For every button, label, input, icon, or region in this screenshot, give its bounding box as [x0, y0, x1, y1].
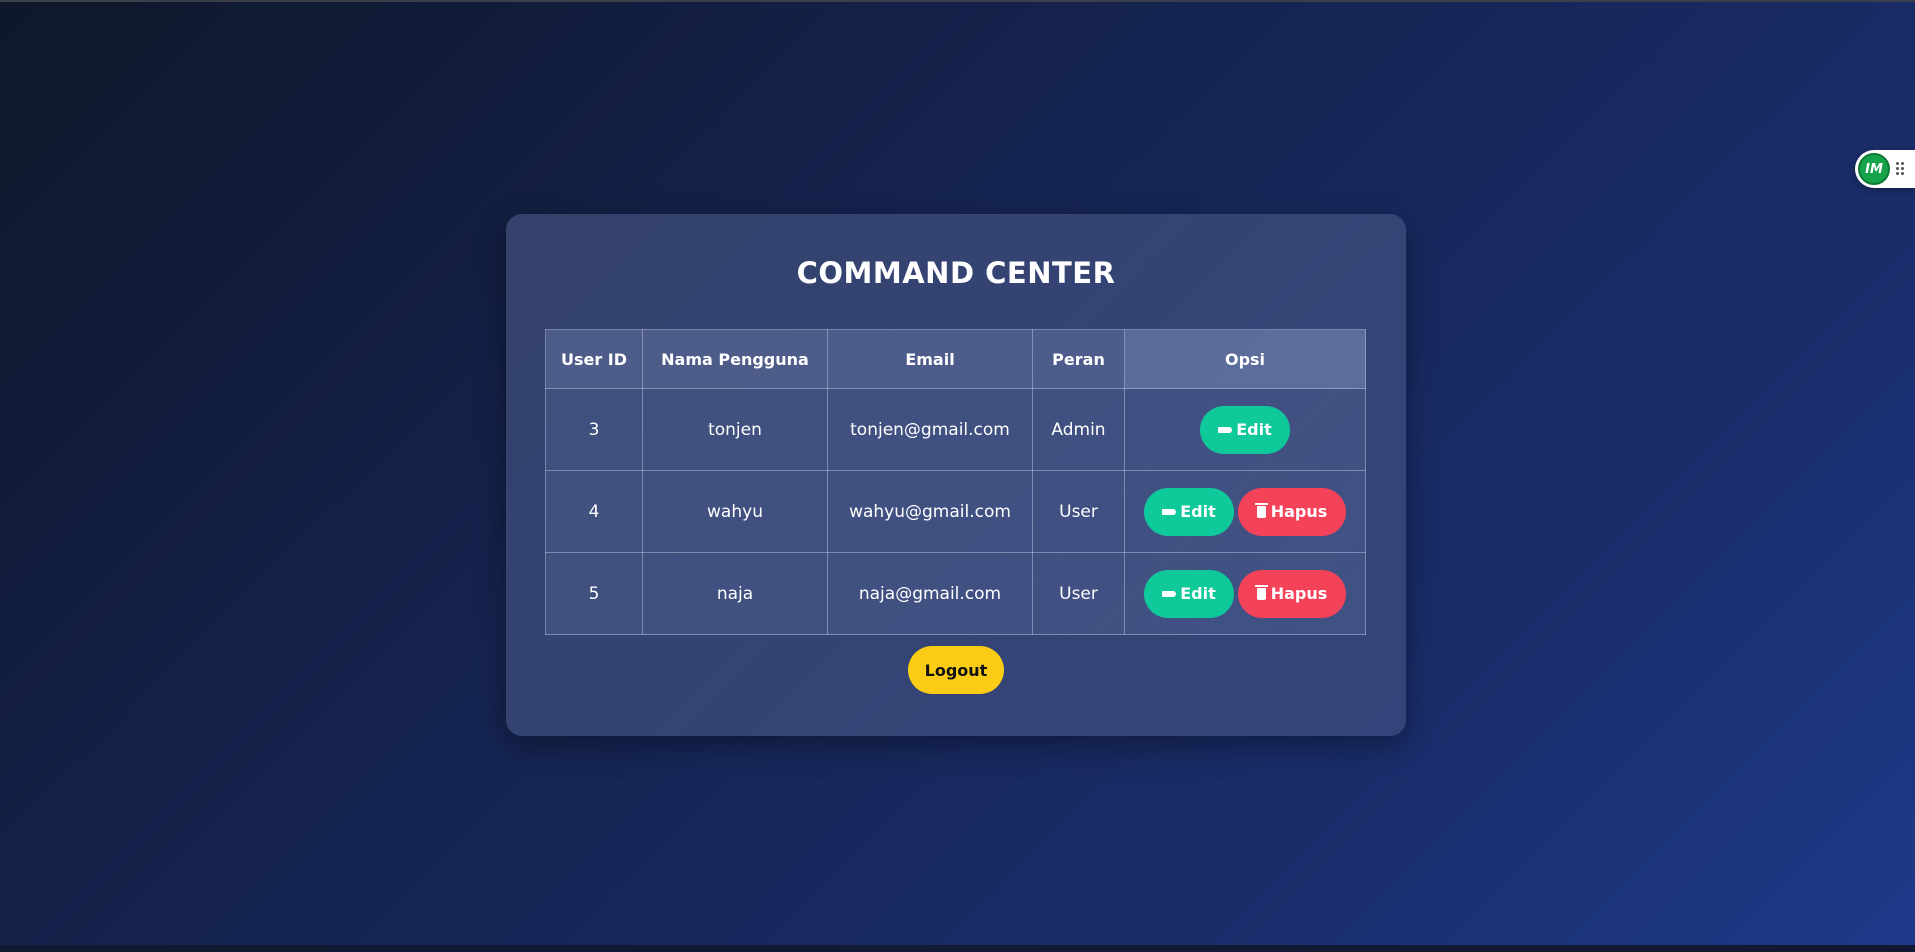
cell-user-id: 4: [545, 470, 643, 553]
cell-email: wahyu@gmail.com: [827, 470, 1033, 553]
floating-extension-widget[interactable]: IM: [1855, 150, 1915, 188]
header-nama-pengguna: Nama Pengguna: [642, 329, 828, 389]
header-email: Email: [827, 329, 1033, 389]
edit-button-label: Edit: [1180, 584, 1216, 603]
edit-button[interactable]: Edit: [1200, 405, 1290, 454]
edit-button[interactable]: Edit: [1144, 487, 1234, 536]
cell-role: Admin: [1032, 388, 1125, 471]
trash-icon: [1254, 502, 1268, 518]
delete-button[interactable]: Hapus: [1238, 569, 1346, 618]
logout-button[interactable]: Logout: [908, 646, 1004, 694]
cell-role: User: [1032, 552, 1125, 635]
cell-actions: Edit Hapus: [1124, 552, 1366, 635]
cell-actions: Edit Hapus: [1124, 470, 1366, 553]
page-title: COMMAND CENTER: [796, 256, 1116, 290]
cell-name: wahyu: [642, 470, 828, 553]
table-row: 4 wahyu wahyu@gmail.com User Edit Hapus: [545, 470, 1366, 553]
table-row: 5 naja naja@gmail.com User Edit Hapus: [545, 552, 1366, 635]
cell-name: naja: [642, 552, 828, 635]
cell-user-id: 5: [545, 552, 643, 635]
trash-icon: [1254, 584, 1268, 600]
cell-role: User: [1032, 470, 1125, 553]
edit-button-label: Edit: [1236, 420, 1272, 439]
header-peran: Peran: [1032, 329, 1125, 389]
delete-button[interactable]: Hapus: [1238, 487, 1346, 536]
delete-button-label: Hapus: [1270, 584, 1328, 603]
users-table: User ID Nama Pengguna Email Peran Opsi 3…: [545, 329, 1366, 635]
cell-email: tonjen@gmail.com: [827, 388, 1033, 471]
extension-logo-icon[interactable]: IM: [1858, 153, 1890, 185]
header-opsi: Opsi: [1124, 329, 1366, 389]
pencil-icon: [1162, 590, 1177, 597]
pencil-icon: [1162, 508, 1177, 515]
window-bottom-edge: [0, 945, 1915, 952]
cell-name: tonjen: [642, 388, 828, 471]
cell-email: naja@gmail.com: [827, 552, 1033, 635]
table-row: 3 tonjen tonjen@gmail.com Admin Edit: [545, 388, 1366, 471]
pencil-icon: [1218, 426, 1233, 433]
window-top-edge: [0, 0, 1915, 2]
header-user-id: User ID: [545, 329, 643, 389]
delete-button-label: Hapus: [1270, 502, 1328, 521]
drag-handle-icon[interactable]: [1896, 162, 1906, 176]
edit-button-label: Edit: [1180, 502, 1216, 521]
command-center-panel: COMMAND CENTER User ID Nama Pengguna Ema…: [506, 214, 1406, 736]
cell-user-id: 3: [545, 388, 643, 471]
edit-button[interactable]: Edit: [1144, 569, 1234, 618]
table-header-row: User ID Nama Pengguna Email Peran Opsi: [545, 329, 1366, 389]
cell-actions: Edit: [1124, 388, 1366, 471]
